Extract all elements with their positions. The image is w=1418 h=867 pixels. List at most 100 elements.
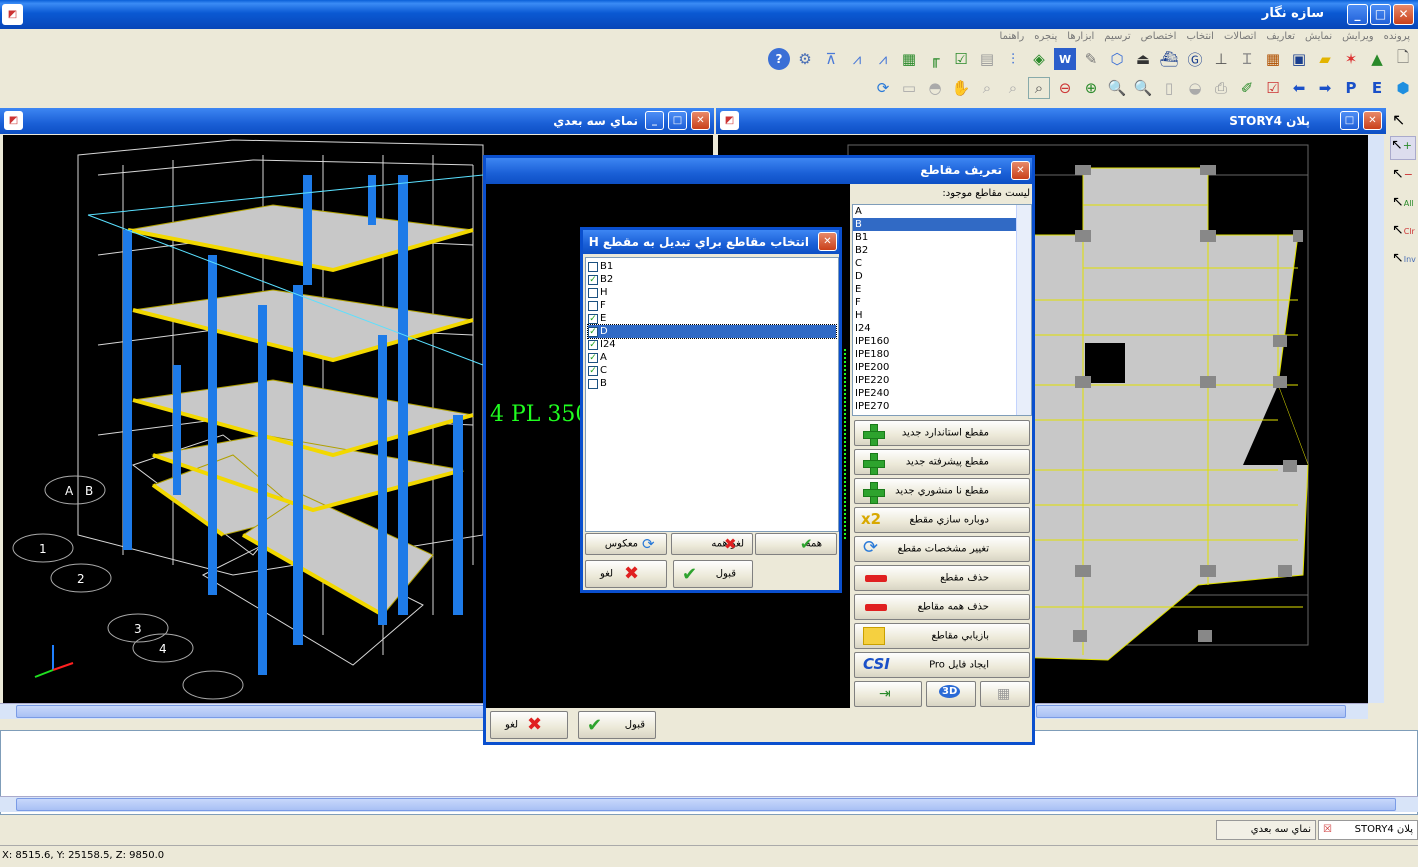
zoom-extents-icon[interactable]: 🔍 bbox=[1106, 77, 1128, 99]
section-action-button[interactable]: مقطع استاندارد جديد bbox=[854, 420, 1030, 446]
sections-cancel-button[interactable]: ✖ لغو bbox=[490, 711, 568, 739]
close-button[interactable]: ✕ bbox=[1393, 4, 1414, 25]
section-list-item[interactable]: E bbox=[853, 283, 1031, 296]
checklist-icon[interactable]: ☑ bbox=[1262, 77, 1284, 99]
zoom-icon[interactable]: 🔍 bbox=[1132, 77, 1154, 99]
menu-item-9[interactable]: پنجره bbox=[1034, 31, 1057, 42]
stairs-icon[interactable]: ⫶ bbox=[1002, 48, 1024, 70]
window-3d-minimize-button[interactable]: _ bbox=[645, 111, 664, 130]
window-plan-close-button[interactable]: ✕ bbox=[1363, 111, 1382, 130]
menu-item-6[interactable]: اختصاص bbox=[1141, 31, 1177, 42]
check-grid-icon[interactable]: ☑ bbox=[950, 48, 972, 70]
select-all-icon[interactable]: ↖All bbox=[1392, 194, 1414, 210]
select-add-icon[interactable]: ↖+ bbox=[1390, 136, 1416, 160]
sections-ok-button[interactable]: ✔ قبول bbox=[578, 711, 656, 739]
checklist-item[interactable]: F bbox=[588, 299, 836, 312]
section-list-item[interactable]: B bbox=[853, 218, 1031, 231]
menu-item-7[interactable]: ترسيم bbox=[1104, 31, 1130, 42]
truss-icon[interactable]: ⊼ bbox=[820, 48, 842, 70]
bucket-icon[interactable]: ◓ bbox=[924, 77, 946, 99]
grid-icon[interactable]: ▦ bbox=[1262, 48, 1284, 70]
checklist-item[interactable]: ✓ B2 bbox=[588, 273, 836, 286]
sections-dialog-close-button[interactable]: ✕ bbox=[1011, 161, 1030, 180]
section-list-item[interactable]: IPE270 bbox=[853, 400, 1031, 413]
zoom-window-icon[interactable]: ⌕ bbox=[1028, 77, 1050, 99]
checklist-item[interactable]: ✓ A bbox=[588, 351, 836, 364]
checklist-item[interactable]: ✓ I24 bbox=[588, 338, 836, 351]
checklist-item[interactable]: H bbox=[588, 286, 836, 299]
section-action-button[interactable]: مقطع نا منشوري جديد bbox=[854, 478, 1030, 504]
taskbar-item-3d[interactable]: نماي سه بعدي bbox=[1216, 820, 1316, 840]
section-list-item[interactable]: D bbox=[853, 270, 1031, 283]
menu-item-1[interactable]: ويرايش bbox=[1342, 31, 1373, 42]
roof2-icon[interactable]: ⩘ bbox=[846, 48, 868, 70]
arrow-right-icon[interactable]: ➡ bbox=[1314, 77, 1336, 99]
printer-icon[interactable]: ⎙ bbox=[1210, 77, 1232, 99]
import-button[interactable]: ⇥ bbox=[854, 681, 922, 707]
select-all-button[interactable]: همه ✔ bbox=[755, 533, 837, 555]
select-remove-icon[interactable]: ↖− bbox=[1392, 166, 1413, 182]
pencil-icon[interactable]: ✎ bbox=[1080, 48, 1102, 70]
word-export-icon[interactable]: W bbox=[1054, 48, 1076, 70]
crane-icon[interactable]: ⊥ bbox=[1210, 48, 1232, 70]
select-checklist[interactable]: B1 ✓ B2 H F ✓ E ✓ D ✓ I24 ✓ A ✓ C B bbox=[585, 257, 839, 532]
window-3d-maximize-button[interactable]: □ bbox=[668, 111, 687, 130]
section-list-item[interactable]: IPE200 bbox=[853, 361, 1031, 374]
wall-icon[interactable]: ▤ bbox=[976, 48, 998, 70]
menu-item-4[interactable]: اتصالات bbox=[1224, 31, 1256, 42]
menu-item-5[interactable]: انتخاب bbox=[1186, 31, 1214, 42]
checkbox[interactable] bbox=[588, 261, 598, 272]
checkbox[interactable] bbox=[588, 378, 598, 389]
pointer-icon[interactable]: ↖ bbox=[1392, 110, 1405, 129]
rectangle-icon[interactable]: ▭ bbox=[898, 77, 920, 99]
select-ok-button[interactable]: ✔ قبول bbox=[673, 560, 753, 588]
select-invert-icon[interactable]: ↖Inv bbox=[1392, 250, 1416, 266]
taskbar-plan-close-icon[interactable]: ☒ bbox=[1323, 824, 1332, 835]
beam-icon[interactable]: Ɪ bbox=[1236, 48, 1258, 70]
section-action-button[interactable]: ⟳ تغيير مشخصات مقطع bbox=[854, 536, 1030, 562]
wizard-icon[interactable]: ✶ bbox=[1340, 48, 1362, 70]
globe-g-icon[interactable]: Ⓖ bbox=[1184, 48, 1206, 70]
checklist-item[interactable]: ✓ D bbox=[587, 324, 837, 339]
section-action-button[interactable]: مقطع پيشرفته جديد bbox=[854, 449, 1030, 475]
minimize-button[interactable]: _ bbox=[1347, 4, 1368, 25]
roof-icon[interactable]: ⩘ bbox=[872, 48, 894, 70]
checklist-item[interactable]: B1 bbox=[588, 260, 836, 273]
zoom-out-icon[interactable]: ⊖ bbox=[1054, 77, 1076, 99]
menu-item-2[interactable]: نمايش bbox=[1305, 31, 1332, 42]
menu-item-8[interactable]: ابزارها bbox=[1067, 31, 1094, 42]
zoom-prev-icon[interactable]: ⌕ bbox=[1002, 77, 1024, 99]
refresh-icon[interactable]: ⟳ bbox=[872, 77, 894, 99]
section-list-item[interactable]: B2 bbox=[853, 244, 1031, 257]
section-list-item[interactable]: IPE160 bbox=[853, 335, 1031, 348]
maximize-button[interactable]: □ bbox=[1370, 4, 1391, 25]
section-action-button[interactable]: x2 دوباره سازي مقطع bbox=[854, 507, 1030, 533]
checkbox[interactable]: ✓ bbox=[588, 365, 598, 376]
checklist-item[interactable]: B bbox=[588, 377, 836, 390]
command-hscrollbar[interactable] bbox=[0, 796, 1418, 812]
checkbox[interactable] bbox=[588, 300, 598, 311]
select-cancel-button[interactable]: ✖ لغو bbox=[585, 560, 667, 588]
cube-3d-icon[interactable]: ⬢ bbox=[1392, 77, 1414, 99]
gear-icon[interactable]: ⚙ bbox=[794, 48, 816, 70]
window-plan-vscrollbar[interactable] bbox=[1368, 135, 1384, 703]
section-action-button[interactable]: بازيابي مقاطع bbox=[854, 623, 1030, 649]
section-list-item[interactable]: IPE220 bbox=[853, 374, 1031, 387]
table-button[interactable]: ▦ bbox=[980, 681, 1030, 707]
section-list-item[interactable]: IPE180 bbox=[853, 348, 1031, 361]
select-none-button[interactable]: لغو همه ✖ bbox=[671, 533, 753, 555]
section-list-item[interactable]: C bbox=[853, 257, 1031, 270]
menu-item-0[interactable]: پرونده bbox=[1384, 31, 1410, 42]
invert-selection-button[interactable]: معكوس ⟳ bbox=[585, 533, 667, 555]
landscape-icon[interactable]: ▲ bbox=[1366, 48, 1388, 70]
help-icon[interactable]: ? bbox=[768, 48, 790, 70]
section-list-scrollbar[interactable] bbox=[1016, 205, 1031, 415]
section-action-button[interactable]: حذف همه مقاطع bbox=[854, 594, 1030, 620]
checkbox[interactable]: ✓ bbox=[588, 274, 598, 285]
checkbox[interactable] bbox=[588, 287, 598, 298]
ship-icon[interactable]: ⛴ bbox=[1158, 48, 1180, 70]
eraser-icon[interactable]: ◒ bbox=[1184, 77, 1206, 99]
plan-p-icon[interactable]: P bbox=[1340, 77, 1362, 99]
zoom-in-icon[interactable]: ⊕ bbox=[1080, 77, 1102, 99]
open-folder-icon[interactable]: ▰ bbox=[1314, 48, 1336, 70]
